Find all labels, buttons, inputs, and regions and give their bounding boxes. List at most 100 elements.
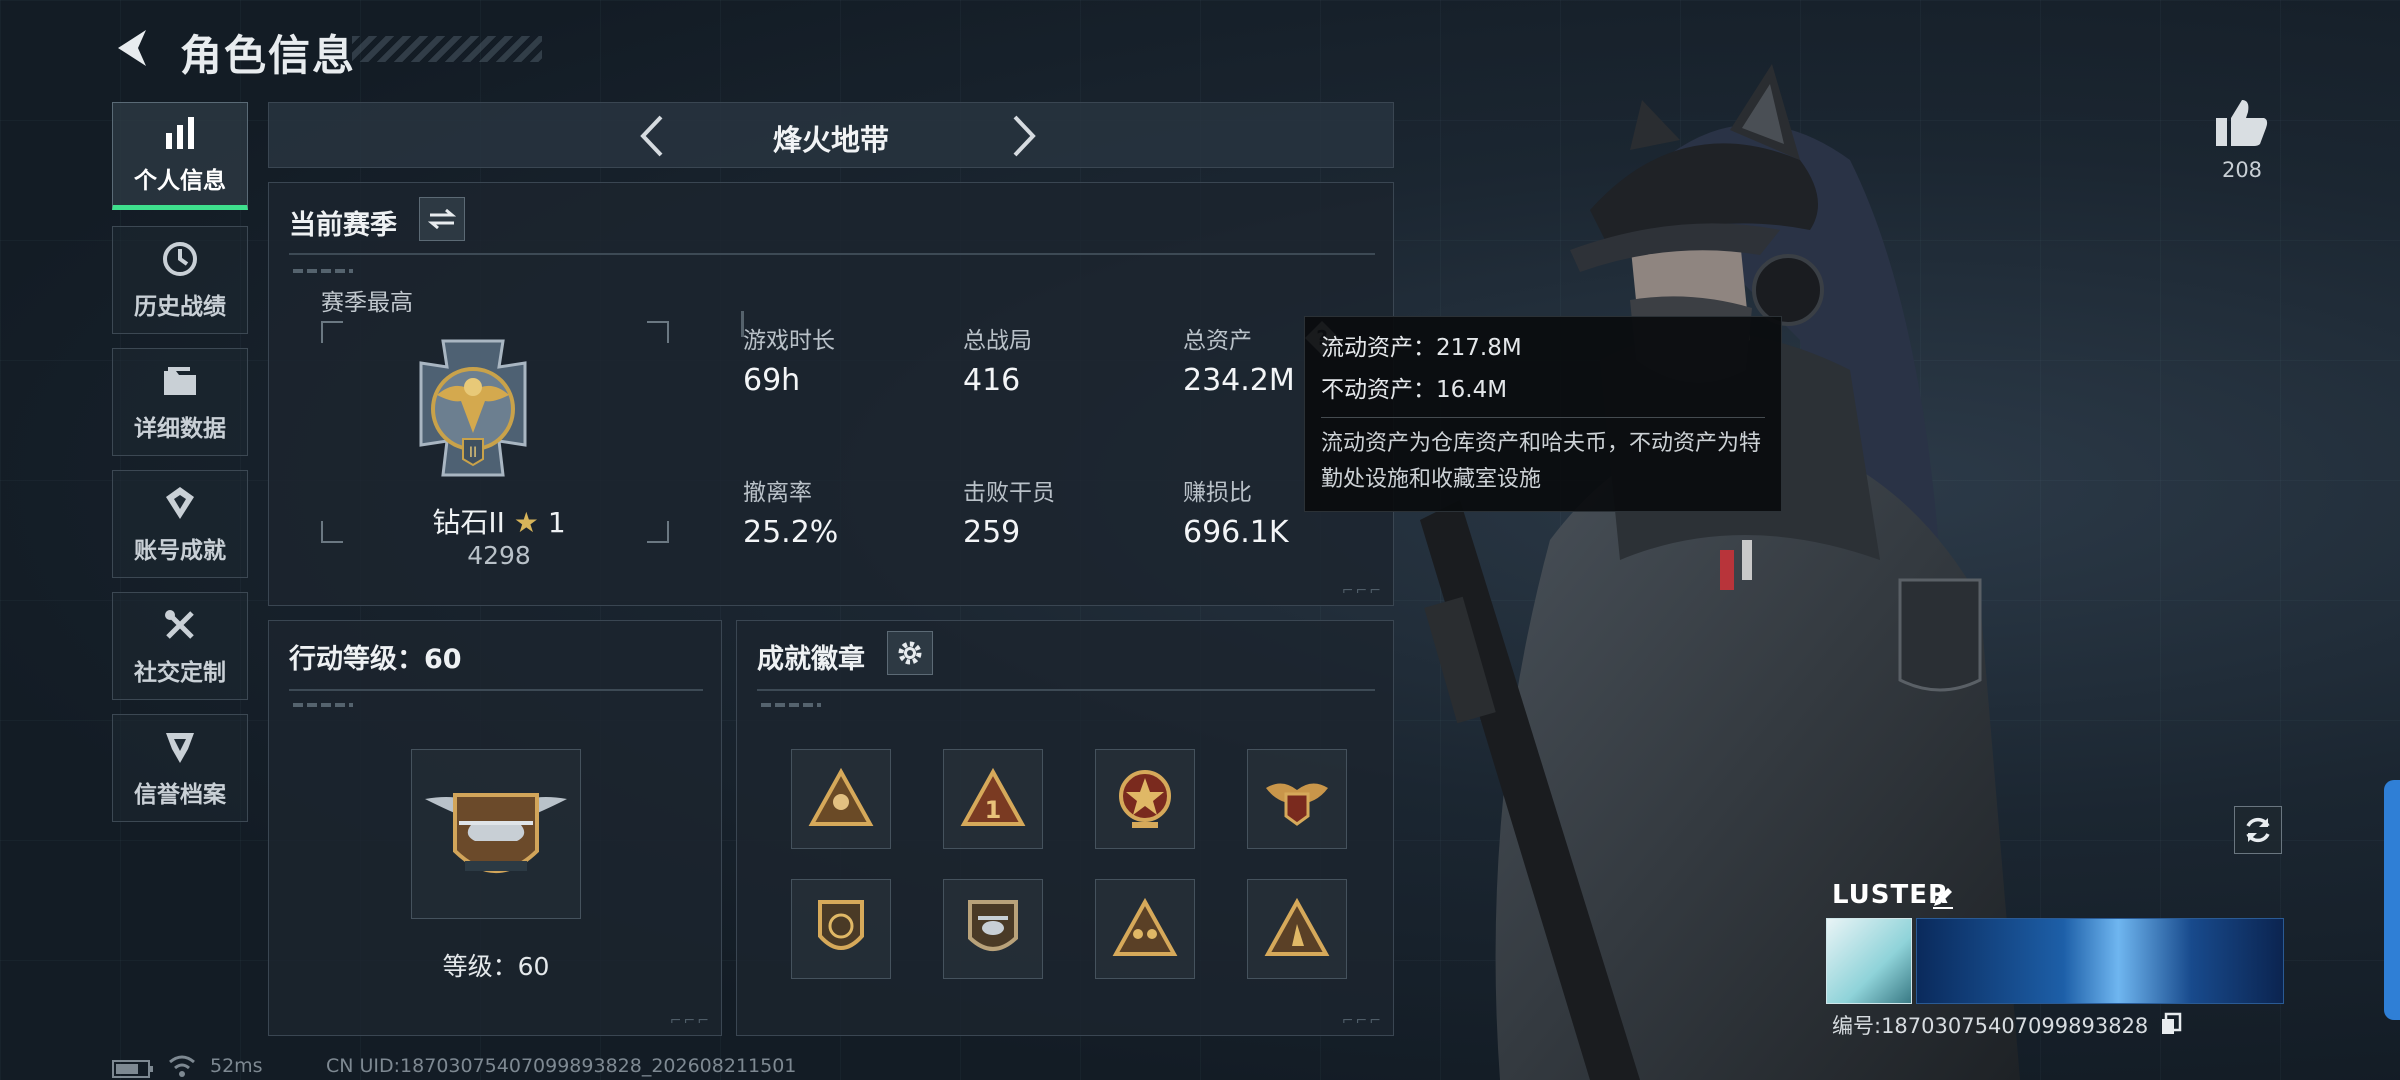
tooltip-description: 流动资产为仓库资产和哈夫币，不动资产为特勤处设施和收藏室设施 (1321, 431, 1762, 492)
achievement-badge[interactable] (1095, 749, 1195, 849)
sidebar-item-reputation[interactable]: 信誉档案 (112, 714, 248, 822)
rank-stars: 1 (547, 506, 566, 539)
avatar[interactable] (1826, 918, 1912, 1004)
decoration-stripe (293, 269, 353, 273)
diamond-rank-emblem-icon: II (419, 339, 527, 477)
action-level-title: 行动等级：60 (289, 644, 462, 675)
tooltip-liquid-assets: 流动资产：217.8M (1321, 335, 1522, 361)
rank-name-row: 钻石II ★ 1 (369, 501, 629, 541)
badges-title: 成就徽章 (757, 644, 865, 675)
sidebar-item-detailed-data[interactable]: 详细数据 (112, 348, 248, 456)
gear-icon (898, 641, 922, 665)
achievement-badge[interactable] (1095, 879, 1195, 979)
star-medal-badge-icon (1119, 770, 1171, 828)
triangle-squad-badge-icon (1112, 897, 1178, 956)
bar-chart-icon (166, 117, 194, 149)
stat-value-profit-loss-ratio: 696.1K (1183, 515, 1289, 550)
season-panel: 当前赛季 赛季最高 II 钻石II ★ 1 4298 游戏时长 69h 总战局 … (268, 182, 1394, 606)
tools-icon (165, 610, 194, 639)
refresh-button[interactable] (2234, 806, 2282, 854)
helicopter-level-emblem-icon (425, 793, 567, 873)
profile-banner[interactable] (1916, 918, 2284, 1004)
back-arrow-icon[interactable] (108, 24, 156, 72)
ping-text: 52ms (210, 1055, 263, 1077)
shield-badge-icon (166, 733, 194, 763)
stat-value-extraction-rate: 25.2% (743, 515, 839, 550)
page-title: 角色信息 (180, 31, 357, 80)
badge-settings-button[interactable] (887, 631, 933, 675)
corner-decoration: ⌐⌐⌐ (669, 1013, 711, 1029)
stat-label-operators-defeated: 击败干员 (963, 480, 1055, 506)
sidebar-item-personal-info[interactable]: 个人信息 (112, 102, 248, 210)
achievement-badge[interactable] (1247, 879, 1347, 979)
edit-pencil-icon[interactable] (1930, 884, 1956, 910)
stat-label-play-time: 游戏时长 (743, 328, 835, 354)
sidebar-item-history[interactable]: 历史战绩 (112, 226, 248, 334)
season-switch-button[interactable] (419, 197, 465, 241)
title-decoration (352, 36, 542, 62)
like-count: 208 (2221, 158, 2263, 182)
corner-decoration: ⌐⌐⌐ (1341, 1013, 1383, 1029)
triangle-soldier-badge-icon (808, 767, 874, 826)
svg-text:II: II (469, 445, 477, 461)
battery-icon (112, 1060, 153, 1078)
tooltip-fixed-assets: 不动资产：16.4M (1321, 377, 1508, 403)
helicopter-shield-badge-icon (968, 900, 1018, 951)
season-best-label: 赛季最高 (321, 290, 413, 316)
stat-value-total-matches: 416 (963, 363, 1021, 398)
next-mode-arrow-icon[interactable] (997, 111, 1047, 161)
player-id: 编号:18703075407099893828 (1832, 1014, 2149, 1038)
stat-label-total-assets: 总资产 (1183, 328, 1252, 354)
side-drawer-handle[interactable] (2384, 780, 2400, 1020)
level-text: 等级：60 (442, 952, 550, 981)
triangle-figure-badge-icon (1264, 897, 1330, 956)
sidebar-item-label: 详细数据 (134, 416, 226, 442)
achievement-icon (166, 487, 194, 519)
badges-panel: 成就徽章 1 ⌐⌐⌐ (736, 620, 1394, 1036)
assets-tooltip: 流动资产：217.8M 不动资产：16.4M 流动资产为仓库资产和哈夫币，不动资… (1304, 316, 1782, 512)
achievement-badge[interactable] (1247, 749, 1347, 849)
achievement-badge[interactable]: 1 (943, 749, 1043, 849)
thumbs-up-icon[interactable] (2214, 96, 2270, 148)
achievement-badge[interactable] (791, 879, 891, 979)
svg-text:1: 1 (985, 796, 1002, 824)
decoration-stripe (761, 703, 821, 707)
achievement-badge[interactable] (791, 749, 891, 849)
refresh-icon (2246, 817, 2270, 843)
history-clock-icon (163, 242, 197, 276)
stat-label-profit-loss-ratio: 赚损比 (1183, 480, 1252, 506)
sidebar-item-label: 社交定制 (134, 660, 226, 686)
sidebar-item-label: 历史战绩 (134, 294, 226, 320)
stat-value-operators-defeated: 259 (963, 515, 1021, 550)
corner-decoration: ⌐⌐⌐ (1341, 583, 1383, 599)
sidebar-item-label: 个人信息 (134, 168, 226, 194)
folder-icon (164, 367, 196, 395)
sidebar-item-label: 信誉档案 (134, 782, 226, 808)
rank-name: 钻石II (432, 506, 505, 539)
panel-divider (289, 253, 1375, 255)
decoration-stripe (293, 703, 353, 707)
sidebar-item-achievements[interactable]: 账号成就 (112, 470, 248, 578)
copy-icon[interactable] (2160, 1012, 2182, 1036)
stat-label-total-matches: 总战局 (963, 328, 1032, 354)
rank-star-icon: ★ (513, 506, 539, 539)
achievement-badge[interactable] (943, 879, 1043, 979)
stat-value-play-time: 69h (743, 363, 801, 398)
swap-arrows-icon (428, 208, 456, 230)
action-level-panel: 行动等级：60 等级：60 ⌐⌐⌐ (268, 620, 722, 1036)
wifi-icon (169, 1055, 195, 1077)
rank-score: 4298 (467, 541, 531, 570)
stat-label-extraction-rate: 撤离率 (743, 480, 812, 506)
panel-divider (289, 689, 703, 691)
mode-title: 烽火地带 (772, 123, 889, 157)
tooltip-divider (1321, 417, 1765, 418)
sidebar-item-label: 账号成就 (134, 538, 226, 564)
stat-value-total-assets: 234.2M (1183, 363, 1295, 398)
uid-text: CN UID:18703075407099893828_202608211501 (326, 1055, 797, 1077)
season-title: 当前赛季 (289, 210, 397, 241)
panel-divider (757, 689, 1375, 691)
triangle-one-badge-icon: 1 (960, 767, 1026, 826)
sidebar-item-social[interactable]: 社交定制 (112, 592, 248, 700)
winged-eagle-badge-icon (1266, 783, 1328, 826)
mode-selector: 烽火地带 (268, 102, 1394, 168)
